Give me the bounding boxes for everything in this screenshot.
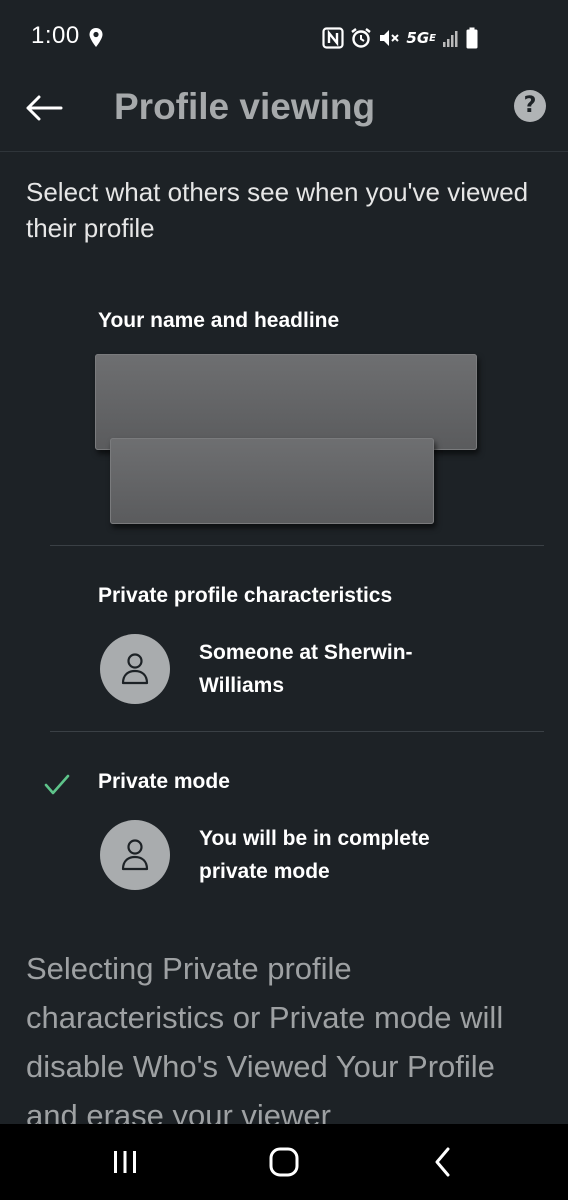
divider	[50, 731, 544, 732]
battery-icon	[466, 26, 478, 50]
person-icon	[121, 839, 149, 871]
disclaimer-text: Selecting Private profile characteristic…	[26, 951, 504, 1133]
divider	[50, 545, 544, 546]
check-icon	[44, 774, 70, 795]
status-icons: 5G E	[322, 24, 478, 52]
recents-icon	[114, 1151, 136, 1173]
option-title: Private profile characteristics	[98, 584, 393, 607]
system-nav-bar	[0, 1124, 568, 1200]
recents-button[interactable]	[95, 1142, 155, 1182]
status-bar: 1:00 5G E	[0, 0, 568, 76]
person-icon	[121, 653, 149, 685]
back-icon	[435, 1147, 450, 1177]
network-type: 5G E	[406, 29, 436, 47]
alarm-icon	[350, 26, 372, 50]
help-button[interactable]: ?	[514, 90, 546, 122]
option-description: You will be in complete private mode	[199, 827, 430, 883]
avatar	[100, 634, 170, 704]
help-icon: ?	[523, 93, 537, 118]
back-arrow-icon	[26, 95, 63, 121]
signal-icon	[442, 26, 460, 50]
avatar	[100, 820, 170, 890]
nfc-icon	[322, 26, 345, 50]
name-preview-redacted	[95, 354, 477, 450]
app-header: Profile viewing ?	[0, 76, 568, 152]
status-time: 1:00	[31, 22, 80, 49]
option-description: Someone at Sherwin-Williams	[199, 641, 413, 697]
intro-text: Select what others see when you've viewe…	[26, 177, 529, 243]
home-button[interactable]	[254, 1142, 314, 1182]
nav-back-button[interactable]	[413, 1142, 473, 1182]
location-icon	[89, 28, 103, 47]
page-title: Profile viewing	[114, 86, 376, 127]
headline-preview-redacted	[110, 438, 434, 524]
home-icon	[269, 1147, 299, 1177]
option-title: Private mode	[98, 770, 230, 793]
mute-icon	[378, 26, 400, 50]
back-button[interactable]	[22, 88, 66, 128]
option-title: Your name and headline	[98, 309, 340, 332]
